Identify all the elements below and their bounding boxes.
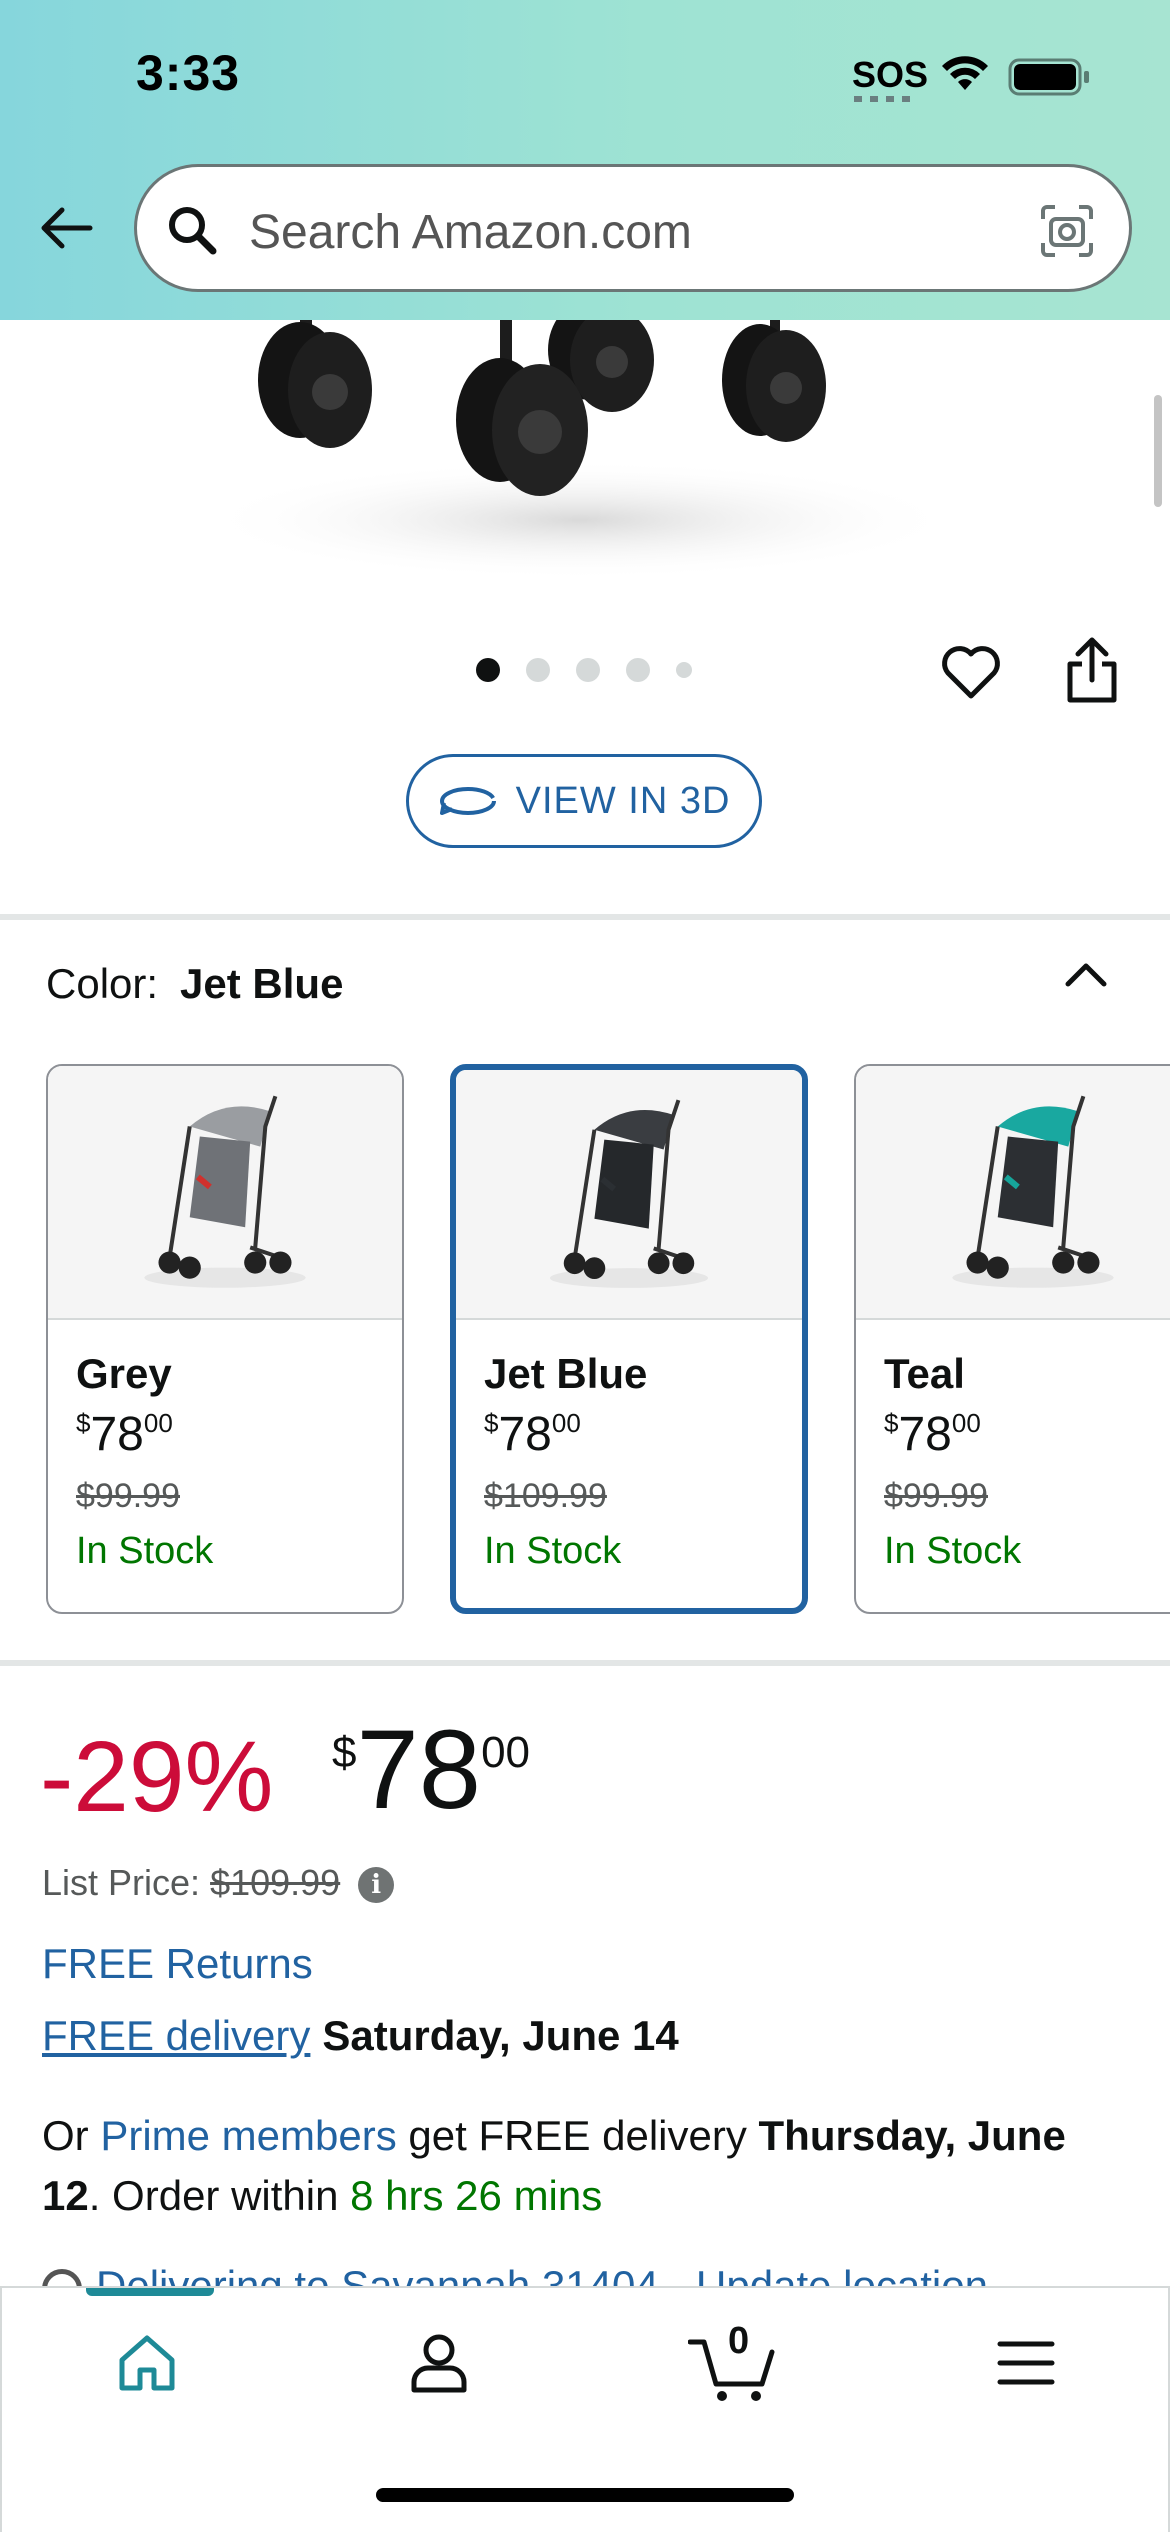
list-price-row: List Price: $109.99 i [42, 1862, 395, 1904]
view-in-3d-button[interactable]: VIEW IN 3D [406, 754, 762, 848]
prime-prefix: Or [42, 2112, 89, 2159]
menu-icon[interactable] [996, 2338, 1056, 2388]
swatch-name: Grey [76, 1350, 172, 1397]
back-arrow-icon[interactable] [34, 196, 98, 260]
free-returns-link[interactable]: FREE Returns [42, 1940, 313, 1988]
free-delivery-date: Saturday, June 14 [322, 2012, 679, 2059]
order-within-prefix: . Order within [88, 2172, 339, 2219]
stroller-thumbnail [549, 1099, 709, 1288]
swatch-price-fraction: 00 [951, 1408, 981, 1438]
view-in-3d-label: VIEW IN 3D [515, 779, 731, 822]
stroller-thumbnail [144, 1095, 306, 1288]
stroller-thumbnail [952, 1095, 1114, 1288]
free-delivery-link[interactable]: FREE delivery [42, 2012, 310, 2059]
swatch-price-whole: 78 [498, 1408, 552, 1461]
header: 3:33 SOS Search Amazon.com [0, 0, 1170, 320]
account-icon[interactable] [406, 2330, 472, 2396]
swatch-stock-status: In Stock [484, 1530, 622, 1572]
pagination-dot[interactable] [526, 658, 550, 682]
divider [0, 1660, 1170, 1666]
share-icon[interactable] [1064, 636, 1120, 706]
swatch-price: $7800 [884, 1410, 1170, 1459]
discount-percentage: -29% [40, 1721, 274, 1833]
home-indicator [376, 2488, 794, 2502]
price-fraction: 00 [481, 1728, 531, 1777]
color-swatch[interactable]: Grey $7800 $99.99 In Stock [46, 1064, 404, 1614]
swatch-price: $7800 [76, 1410, 374, 1459]
swatch-image [456, 1070, 802, 1320]
swatch-image [856, 1066, 1170, 1320]
color-selected-value: Jet Blue [180, 960, 344, 1007]
image-pagination[interactable] [476, 658, 692, 682]
nav-active-indicator [86, 2288, 214, 2296]
swatch-price: $7800 [484, 1410, 774, 1459]
color-selector-label: Color: Jet Blue [46, 960, 343, 1008]
search-icon [169, 207, 217, 255]
swatch-list-price: $109.99 [484, 1477, 607, 1515]
info-icon[interactable]: i [358, 1867, 395, 1904]
divider [0, 914, 1170, 920]
pagination-dot[interactable] [626, 658, 650, 682]
list-price-value: $109.99 [210, 1862, 341, 1903]
price: $7800 [332, 1714, 530, 1826]
pagination-dot[interactable] [576, 658, 600, 682]
heart-icon[interactable] [938, 640, 1004, 706]
stroller-wheels-image [200, 320, 960, 580]
prime-members-link[interactable]: Prime members [100, 2112, 396, 2159]
search-placeholder: Search Amazon.com [249, 206, 692, 259]
chevron-up-icon[interactable] [1060, 950, 1112, 1002]
color-swatch[interactable]: Jet Blue $7800 $109.99 In Stock [450, 1064, 808, 1614]
swatch-price-whole: 78 [898, 1408, 952, 1461]
free-delivery-row: FREE delivery Saturday, June 14 [42, 2012, 679, 2060]
swatch-name: Jet Blue [484, 1350, 648, 1397]
swatch-stock-status: In Stock [76, 1530, 214, 1572]
color-label: Color: [46, 960, 159, 1007]
prime-delivery-message: Or Prime members get FREE delivery Thurs… [42, 2106, 1132, 2226]
list-price-label: List Price: [42, 1862, 201, 1903]
cart-button[interactable]: 0 [687, 2318, 788, 2408]
sos-indicator: SOS [852, 54, 929, 95]
price-whole: 78 [356, 1707, 482, 1832]
color-swatch[interactable]: Teal $7800 $99.99 In Stock [854, 1064, 1170, 1614]
swatch-list-price: $99.99 [76, 1477, 180, 1515]
prime-mid-text: get FREE delivery [408, 2112, 747, 2159]
wifi-icon [942, 56, 988, 90]
scroll-indicator [1154, 395, 1162, 507]
status-time: 3:33 [136, 45, 241, 101]
swatch-image [48, 1066, 402, 1320]
swatch-price-currency: $ [76, 1408, 91, 1438]
search-input[interactable]: Search Amazon.com [134, 164, 1132, 292]
swatch-price-whole: 78 [90, 1408, 144, 1461]
swatch-stock-status: In Stock [884, 1530, 1022, 1572]
order-within-countdown: 8 hrs 26 mins [350, 2172, 603, 2219]
product-image[interactable] [0, 320, 1170, 620]
cart-count: 0 [728, 2320, 750, 2362]
swatch-price-fraction: 00 [551, 1408, 581, 1438]
swatch-price-currency: $ [484, 1408, 499, 1438]
swatch-list-price: $99.99 [884, 1477, 988, 1515]
swatch-price-fraction: 00 [143, 1408, 173, 1438]
price-currency: $ [332, 1728, 357, 1777]
camera-search-icon[interactable] [1039, 203, 1095, 259]
home-icon[interactable] [114, 2330, 180, 2396]
swatch-name: Teal [884, 1350, 965, 1397]
rotate-3d-icon [439, 787, 496, 815]
sos-dots [854, 96, 914, 102]
pagination-dot[interactable] [676, 662, 692, 678]
pagination-dot[interactable] [476, 658, 500, 682]
battery-icon [1008, 58, 1089, 96]
swatch-price-currency: $ [884, 1408, 899, 1438]
